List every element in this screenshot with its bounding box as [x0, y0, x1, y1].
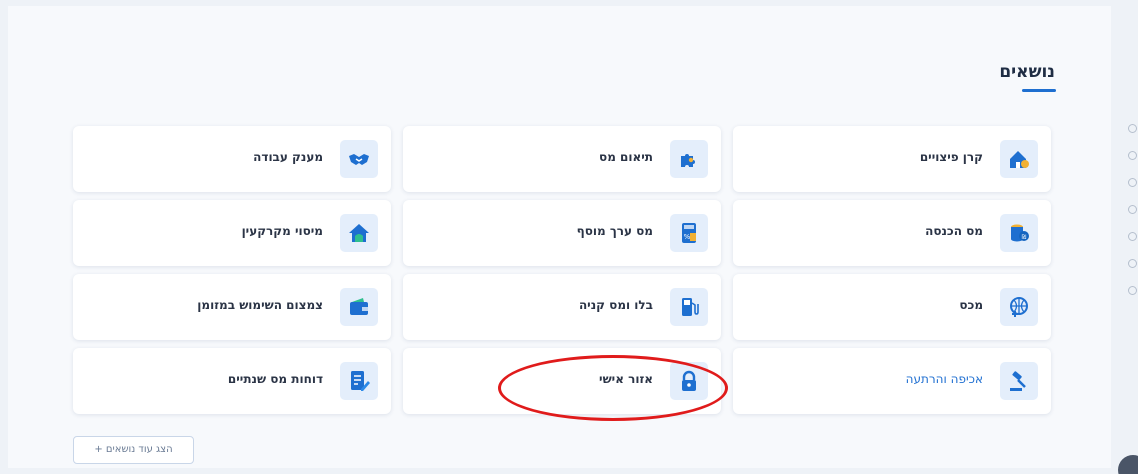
nav-dot[interactable]: [1128, 124, 1137, 133]
coins-stack-icon: ₪: [1000, 214, 1038, 252]
handshake-icon: [340, 140, 378, 178]
topic-label: בלו ומס קניה: [578, 298, 653, 312]
nav-dot[interactable]: [1128, 178, 1137, 187]
calculator-icon: %: [670, 214, 708, 252]
fuel-pump-icon: [670, 288, 708, 326]
topic-label: דוחות מס שנתיים: [227, 372, 323, 386]
topic-card-annual-reports[interactable]: דוחות מס שנתיים: [73, 348, 391, 414]
topic-label-link: אכיפה והרתעה: [905, 372, 983, 386]
document-edit-icon: [340, 362, 378, 400]
topic-card-customs[interactable]: מכס: [733, 274, 1051, 340]
nav-dot[interactable]: [1128, 232, 1137, 241]
house-coins-icon: [1000, 140, 1038, 178]
topic-label: מיסוי מקרקעין: [241, 224, 323, 238]
topic-label: מס הכנסה: [925, 224, 983, 238]
topic-card-excise-purchase-tax[interactable]: בלו ומס קניה: [403, 274, 721, 340]
home-icon: [340, 214, 378, 252]
topic-card-work-grant[interactable]: מענק עבודה: [73, 126, 391, 192]
topic-label: תיאום מס: [599, 150, 653, 164]
wallet-icon: [340, 288, 378, 326]
topic-card-vat[interactable]: % מס ערך מוסף: [403, 200, 721, 266]
nav-dot[interactable]: [1128, 259, 1137, 268]
nav-dot[interactable]: [1128, 151, 1137, 160]
svg-text:₪: ₪: [1022, 234, 1027, 241]
topic-card-real-estate-tax[interactable]: מיסוי מקרקעין: [73, 200, 391, 266]
topic-label: מענק עבודה: [253, 150, 323, 164]
title-underline: [1022, 89, 1056, 92]
floating-action-button[interactable]: [1118, 455, 1138, 474]
nav-dot[interactable]: [1128, 205, 1137, 214]
topic-label: מכס: [959, 298, 983, 312]
gavel-icon: [1000, 362, 1038, 400]
svg-text:%: %: [684, 233, 691, 241]
topic-label: מס ערך מוסף: [576, 224, 653, 238]
topic-card-enforcement[interactable]: אכיפה והרתעה: [733, 348, 1051, 414]
topic-card-severance-fund[interactable]: קרן פיצויים: [733, 126, 1051, 192]
show-more-topics-button[interactable]: הצג עוד נושאים +: [73, 436, 194, 464]
topic-card-cash-reduction[interactable]: צמצום השימוש במזומן: [73, 274, 391, 340]
topic-label: קרן פיצויים: [919, 150, 983, 164]
topic-card-income-tax[interactable]: ₪ מס הכנסה: [733, 200, 1051, 266]
highlight-ellipse: [498, 355, 728, 421]
puzzle-icon: [670, 140, 708, 178]
topic-card-tax-coordination[interactable]: תיאום מס: [403, 126, 721, 192]
globe-plus-icon: [1000, 288, 1038, 326]
topic-label: צמצום השימוש במזומן: [197, 298, 323, 312]
nav-dot[interactable]: [1128, 286, 1137, 295]
section-title: נושאים: [999, 62, 1055, 82]
